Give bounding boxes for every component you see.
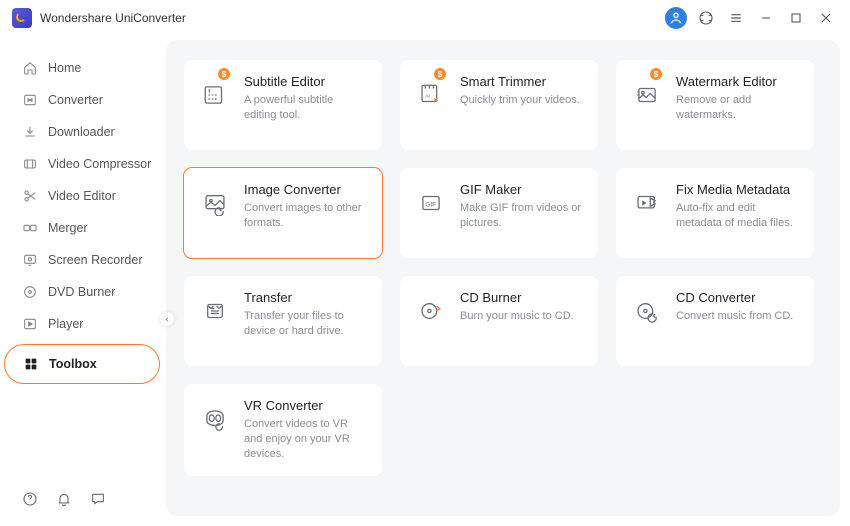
sidebar-item-player[interactable]: Player bbox=[0, 308, 166, 340]
tool-card-desc: Remove or add watermarks. bbox=[676, 93, 800, 123]
tool-card-title: Transfer bbox=[244, 290, 368, 305]
download-icon bbox=[22, 124, 38, 140]
subtitle-editor-icon: T bbox=[200, 80, 230, 110]
tool-card-watermark-editor[interactable]: $ Watermark Editor Remove or add watermark… bbox=[616, 60, 814, 150]
tool-card-cd-burner[interactable]: CD Burner Burn your music to CD. bbox=[400, 276, 598, 366]
maximize-button[interactable] bbox=[784, 6, 808, 30]
sidebar-item-label: Downloader bbox=[48, 125, 115, 139]
sidebar-item-home[interactable]: Home bbox=[0, 52, 166, 84]
sidebar-item-toolbox[interactable]: Toolbox bbox=[4, 344, 160, 384]
transfer-icon bbox=[200, 296, 230, 326]
svg-text:AI: AI bbox=[425, 93, 430, 99]
sidebar-item-label: Screen Recorder bbox=[48, 253, 143, 267]
main-content: T $ Subtitle Editor A powerful subtitle edi… bbox=[166, 40, 840, 516]
user-account-button[interactable] bbox=[664, 6, 688, 30]
svg-text:T: T bbox=[208, 89, 212, 95]
svg-text:GIF: GIF bbox=[425, 201, 436, 208]
close-button[interactable] bbox=[814, 6, 838, 30]
support-button[interactable] bbox=[694, 6, 718, 30]
sidebar-item-label: Video Editor bbox=[48, 189, 116, 203]
watermark-editor-icon bbox=[632, 80, 662, 110]
app-title: Wondershare UniConverter bbox=[40, 11, 186, 25]
notifications-button[interactable] bbox=[56, 491, 72, 512]
tool-card-transfer[interactable]: Transfer Transfer your files to device or… bbox=[184, 276, 382, 366]
minimize-button[interactable] bbox=[754, 6, 778, 30]
disc-icon bbox=[22, 284, 38, 300]
merger-icon bbox=[22, 220, 38, 236]
tool-card-subtitle-editor[interactable]: T $ Subtitle Editor A powerful subtitle edi… bbox=[184, 60, 382, 150]
gif-maker-icon: GIF bbox=[416, 188, 446, 218]
tool-card-desc: Convert videos to VR and enjoy on your V… bbox=[244, 417, 368, 462]
tool-card-desc: Quickly trim your videos. bbox=[460, 93, 584, 108]
vr-converter-icon bbox=[200, 404, 230, 434]
tool-card-title: Watermark Editor bbox=[676, 74, 800, 89]
tool-card-title: CD Burner bbox=[460, 290, 584, 305]
tool-card-title: Fix Media Metadata bbox=[676, 182, 800, 197]
sidebar-item-label: Merger bbox=[48, 221, 88, 235]
sidebar-item-label: DVD Burner bbox=[48, 285, 115, 299]
recorder-icon bbox=[22, 252, 38, 268]
feedback-button[interactable] bbox=[90, 491, 106, 512]
sidebar-item-label: Toolbox bbox=[49, 357, 97, 371]
tool-card-desc: A powerful subtitle editing tool. bbox=[244, 93, 368, 123]
sidebar-item-converter[interactable]: Converter bbox=[0, 84, 166, 116]
toolbox-icon bbox=[23, 356, 39, 372]
premium-badge: $ bbox=[650, 68, 662, 80]
tool-card-title: Smart Trimmer bbox=[460, 74, 584, 89]
play-icon bbox=[22, 316, 38, 332]
cd-burner-icon bbox=[416, 296, 446, 326]
sidebar: Home Converter Downloader Video Compress… bbox=[0, 36, 166, 526]
premium-badge: $ bbox=[434, 68, 446, 80]
tool-card-fix-media-metadata[interactable]: Fix Media Metadata Auto-fix and edit meta… bbox=[616, 168, 814, 258]
tool-card-cd-converter[interactable]: CD Converter Convert music from CD. bbox=[616, 276, 814, 366]
tool-card-desc: Convert music from CD. bbox=[676, 309, 800, 324]
sidebar-item-label: Converter bbox=[48, 93, 103, 107]
tool-card-desc: Burn your music to CD. bbox=[460, 309, 584, 324]
home-icon bbox=[22, 60, 38, 76]
tool-card-title: Image Converter bbox=[244, 182, 368, 197]
tool-card-gif-maker[interactable]: GIF GIF Maker Make GIF from videos or pict… bbox=[400, 168, 598, 258]
fix-media-metadata-icon bbox=[632, 188, 662, 218]
converter-icon bbox=[22, 92, 38, 108]
cd-converter-icon bbox=[632, 296, 662, 326]
sidebar-collapse-button[interactable]: ‹ bbox=[160, 312, 174, 326]
sidebar-item-merger[interactable]: Merger bbox=[0, 212, 166, 244]
sidebar-item-dvd-burner[interactable]: DVD Burner bbox=[0, 276, 166, 308]
tool-card-desc: Auto-fix and edit metadata of media file… bbox=[676, 201, 800, 231]
tool-card-title: CD Converter bbox=[676, 290, 800, 305]
sidebar-item-video-compressor[interactable]: Video Compressor bbox=[0, 148, 166, 180]
help-button[interactable] bbox=[22, 491, 38, 512]
tool-card-desc: Convert images to other formats. bbox=[244, 201, 368, 231]
sidebar-item-label: Player bbox=[48, 317, 83, 331]
premium-badge: $ bbox=[218, 68, 230, 80]
tool-card-image-converter[interactable]: Image Converter Convert images to other f… bbox=[184, 168, 382, 258]
tool-card-title: VR Converter bbox=[244, 398, 368, 413]
menu-button[interactable] bbox=[724, 6, 748, 30]
tool-card-smart-trimmer[interactable]: AI $ Smart Trimmer Quickly trim your videos… bbox=[400, 60, 598, 150]
sidebar-item-downloader[interactable]: Downloader bbox=[0, 116, 166, 148]
tool-card-title: GIF Maker bbox=[460, 182, 584, 197]
tool-card-title: Subtitle Editor bbox=[244, 74, 368, 89]
smart-trimmer-icon: AI bbox=[416, 80, 446, 110]
sidebar-item-label: Home bbox=[48, 61, 81, 75]
titlebar: Wondershare UniConverter bbox=[0, 0, 850, 36]
sidebar-item-screen-recorder[interactable]: Screen Recorder bbox=[0, 244, 166, 276]
sidebar-item-video-editor[interactable]: Video Editor bbox=[0, 180, 166, 212]
compressor-icon bbox=[22, 156, 38, 172]
image-converter-icon bbox=[200, 188, 230, 218]
tool-card-desc: Make GIF from videos or pictures. bbox=[460, 201, 584, 231]
app-logo-icon bbox=[12, 8, 32, 28]
tool-card-vr-converter[interactable]: VR Converter Convert videos to VR and enj… bbox=[184, 384, 382, 476]
sidebar-item-label: Video Compressor bbox=[48, 157, 151, 171]
scissors-icon bbox=[22, 188, 38, 204]
tool-card-desc: Transfer your files to device or hard dr… bbox=[244, 309, 368, 339]
